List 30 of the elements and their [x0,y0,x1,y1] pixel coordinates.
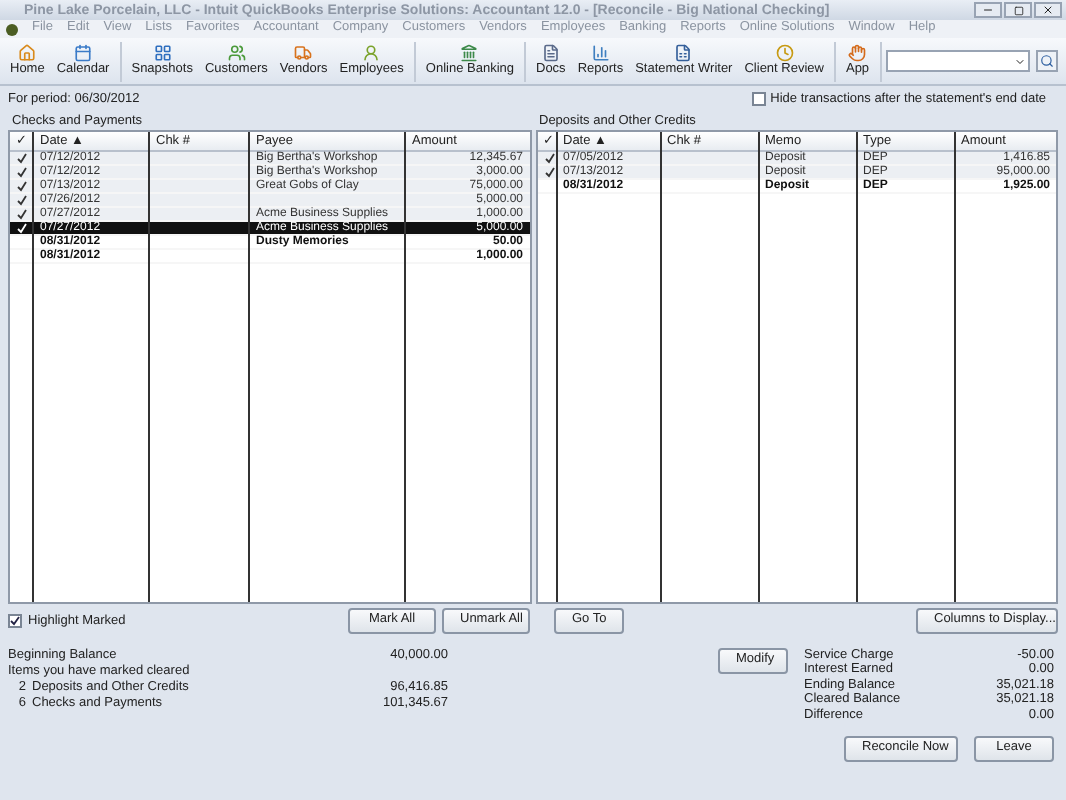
check-cell[interactable] [10,194,32,208]
spreadsheet-icon [674,44,693,63]
check-cell[interactable] [10,152,32,166]
document-icon [541,44,560,63]
people-icon [227,44,246,63]
search-icon [1040,54,1055,68]
truck-icon [294,44,313,63]
app-logo-icon[interactable] [6,23,18,35]
report-icon [591,44,610,63]
highlight-checkbox[interactable] [8,614,22,628]
restore-icon[interactable] [1004,2,1032,18]
dropdown-icon[interactable] [1014,55,1027,67]
check-cell[interactable] [10,222,32,236]
check-cell[interactable] [10,208,32,222]
check-cell[interactable] [10,166,32,180]
search-button[interactable] [1036,50,1058,72]
minimize-icon[interactable] [974,2,1002,18]
check-cell[interactable] [537,166,555,180]
check-cell[interactable] [10,180,32,194]
bank-icon [460,44,479,63]
calendar-icon [74,44,93,63]
check-cell[interactable] [537,152,555,166]
person-icon [362,44,381,63]
grid-icon [153,44,172,63]
clock-icon [775,44,794,63]
hand-icon [848,44,867,63]
search-field[interactable] [885,50,1031,72]
home-icon [18,44,37,63]
hide-checkbox[interactable] [752,92,767,106]
close-icon[interactable] [1034,2,1062,18]
